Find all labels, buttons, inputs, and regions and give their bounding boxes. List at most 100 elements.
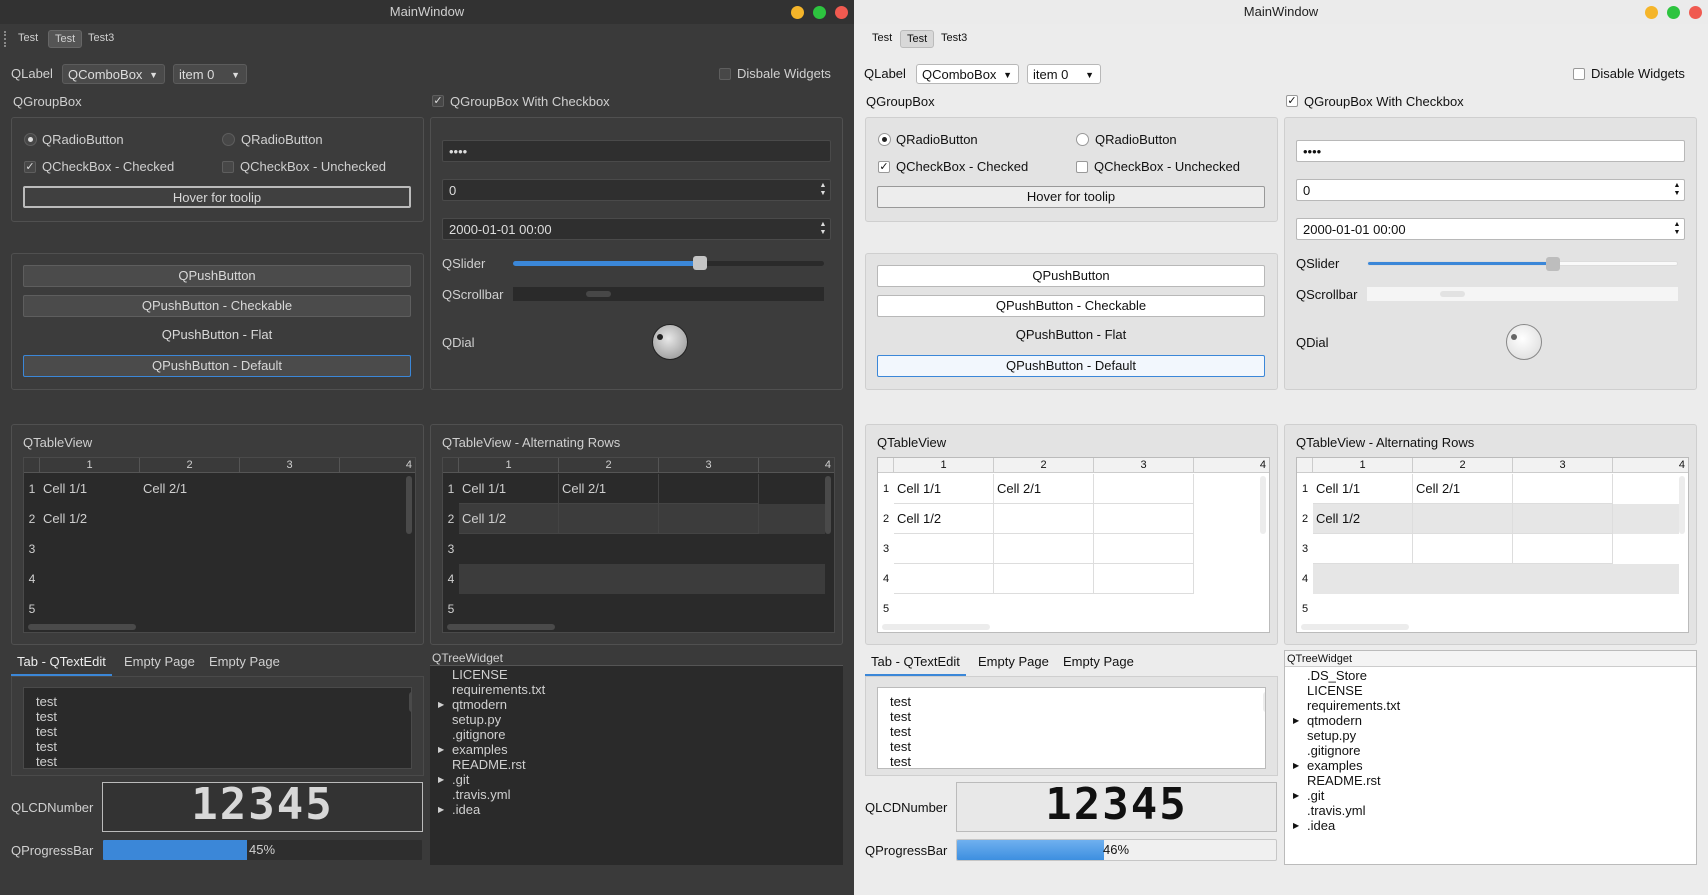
table-cell[interactable]: Cell 1/2 bbox=[40, 504, 140, 534]
table-cell[interactable]: Cell 2/1 bbox=[559, 474, 659, 504]
row-header[interactable]: 2 bbox=[878, 504, 894, 534]
table-cell[interactable] bbox=[559, 504, 659, 534]
tree-widget[interactable]: QTreeWidget LICENSE requirements.txt ▶ qtmo… bbox=[430, 650, 843, 865]
row-header[interactable]: 1 bbox=[1297, 474, 1313, 504]
column-header[interactable]: 1 bbox=[1313, 458, 1413, 473]
spin-arrows-icon[interactable]: ▲ ▼ bbox=[1672, 221, 1682, 237]
radio-button-2[interactable] bbox=[222, 133, 235, 146]
table-cell[interactable] bbox=[994, 534, 1094, 564]
dial[interactable] bbox=[652, 324, 688, 360]
tree-item[interactable]: ▶ .git bbox=[1293, 788, 1324, 803]
column-header[interactable]: 1 bbox=[894, 458, 994, 473]
row-header[interactable]: 2 bbox=[443, 504, 459, 534]
text-edit[interactable]: test test test test test bbox=[877, 687, 1266, 769]
spin-arrows-icon[interactable]: ▲ ▼ bbox=[1672, 182, 1682, 198]
table-cell[interactable]: Cell 1/1 bbox=[459, 474, 559, 504]
tab-empty-page-2[interactable]: Empty Page bbox=[209, 652, 280, 674]
datetime-edit[interactable]: 2000-01-01 00:00 ▲ ▼ bbox=[1296, 218, 1685, 240]
table-cell[interactable]: Cell 1/1 bbox=[894, 474, 994, 504]
table-cell[interactable] bbox=[1094, 564, 1194, 594]
table-cell[interactable] bbox=[659, 474, 759, 504]
spinbox[interactable]: 0 ▲ ▼ bbox=[442, 179, 831, 201]
maximize-button[interactable] bbox=[1667, 6, 1680, 19]
item-combobox[interactable]: item 0 ▼ bbox=[1027, 64, 1101, 84]
table-cell[interactable]: Cell 2/1 bbox=[994, 474, 1094, 504]
disable-widgets-checkbox[interactable] bbox=[719, 68, 731, 80]
tree-item[interactable]: ▶ .idea bbox=[1293, 818, 1335, 833]
column-header[interactable]: 4 bbox=[340, 458, 415, 473]
table-cell[interactable]: Cell 2/1 bbox=[1413, 474, 1513, 504]
tab-qtextedit[interactable]: Tab - QTextEdit bbox=[11, 652, 112, 676]
slider-handle[interactable] bbox=[1546, 257, 1561, 271]
table-cell[interactable] bbox=[1094, 504, 1194, 534]
row-header[interactable]: 1 bbox=[24, 474, 40, 504]
expand-arrow-icon[interactable]: ▶ bbox=[1293, 788, 1299, 803]
tree-item[interactable]: README.rst bbox=[452, 757, 526, 772]
table-cell[interactable]: Cell 2/1 bbox=[140, 474, 240, 504]
row-header[interactable]: 5 bbox=[443, 594, 459, 624]
tree-item[interactable]: .gitignore bbox=[452, 727, 505, 742]
row-header[interactable]: 5 bbox=[24, 594, 40, 624]
scrollbar[interactable] bbox=[1367, 287, 1678, 301]
slider[interactable] bbox=[1367, 257, 1678, 271]
text-edit[interactable]: test test test test test bbox=[23, 687, 412, 769]
table-cell[interactable] bbox=[994, 504, 1094, 534]
toolbar-test3-button[interactable]: Test3 bbox=[82, 30, 120, 46]
table-cell[interactable]: Cell 1/1 bbox=[1313, 474, 1413, 504]
tree-item[interactable]: requirements.txt bbox=[452, 682, 545, 697]
password-field[interactable]: •••• bbox=[1296, 140, 1685, 162]
groupbox-checkbox[interactable]: ✓ bbox=[1286, 95, 1298, 107]
table-cell[interactable] bbox=[1413, 534, 1513, 564]
column-header[interactable]: 2 bbox=[1413, 458, 1513, 473]
tree-item[interactable]: requirements.txt bbox=[1307, 698, 1400, 713]
column-header[interactable]: 1 bbox=[459, 458, 559, 473]
row-header[interactable]: 3 bbox=[443, 534, 459, 564]
row-header[interactable]: 1 bbox=[878, 474, 894, 504]
table-cell[interactable] bbox=[994, 564, 1094, 594]
expand-arrow-icon[interactable]: ▶ bbox=[438, 697, 444, 712]
textedit-scrollbar[interactable] bbox=[409, 692, 411, 712]
table-cell[interactable] bbox=[1513, 474, 1613, 504]
radio-button-2[interactable] bbox=[1076, 133, 1089, 146]
table-vertical-scrollbar[interactable] bbox=[1679, 476, 1685, 534]
tree-item[interactable]: LICENSE bbox=[452, 667, 508, 682]
combobox[interactable]: QComboBox ▼ bbox=[62, 64, 165, 84]
checkable-button[interactable]: QPushButton - Checkable bbox=[23, 295, 411, 317]
tree-item[interactable]: .travis.yml bbox=[452, 787, 511, 802]
row-header[interactable]: 1 bbox=[443, 474, 459, 504]
textedit-scrollbar[interactable] bbox=[1263, 692, 1265, 712]
table-cell[interactable] bbox=[894, 534, 994, 564]
scrollbar[interactable] bbox=[513, 287, 824, 301]
tree-item[interactable]: ▶ .git bbox=[438, 772, 469, 787]
column-header[interactable]: 2 bbox=[140, 458, 240, 473]
tree-item[interactable]: setup.py bbox=[1307, 728, 1356, 743]
combobox[interactable]: QComboBox ▼ bbox=[916, 64, 1019, 84]
column-header[interactable]: 4 bbox=[1613, 458, 1688, 473]
disable-widgets-checkbox[interactable] bbox=[1573, 68, 1585, 80]
checkbox-checked[interactable]: ✓ bbox=[24, 161, 36, 173]
row-header[interactable]: 2 bbox=[24, 504, 40, 534]
slider[interactable] bbox=[513, 256, 824, 270]
default-button[interactable]: QPushButton - Default bbox=[877, 355, 1265, 377]
expand-arrow-icon[interactable]: ▶ bbox=[438, 742, 444, 757]
tab-qtextedit[interactable]: Tab - QTextEdit bbox=[865, 652, 966, 676]
minimize-button[interactable] bbox=[791, 6, 804, 19]
alt-tableview[interactable]: 1 2 3 4 1 2 3 4 5 Cell 1/1 Cell 2/1 Cell… bbox=[1296, 457, 1689, 633]
tree-item[interactable]: .DS_Store bbox=[1307, 668, 1367, 683]
table-cell[interactable] bbox=[894, 564, 994, 594]
spin-arrows-icon[interactable]: ▲ ▼ bbox=[818, 221, 828, 237]
table-cell[interactable]: Cell 1/1 bbox=[40, 474, 140, 504]
row-header[interactable]: 4 bbox=[1297, 564, 1313, 594]
tree-item[interactable]: README.rst bbox=[1307, 773, 1381, 788]
push-button[interactable]: QPushButton bbox=[877, 265, 1265, 287]
spinbox[interactable]: 0 ▲ ▼ bbox=[1296, 179, 1685, 201]
close-button[interactable] bbox=[1689, 6, 1702, 19]
table-cell[interactable] bbox=[1413, 504, 1513, 534]
row-header[interactable]: 4 bbox=[878, 564, 894, 594]
row-header[interactable]: 2 bbox=[1297, 504, 1313, 534]
tree-widget[interactable]: QTreeWidget .DS_Store LICENSE requirements… bbox=[1284, 650, 1697, 865]
minimize-button[interactable] bbox=[1645, 6, 1658, 19]
expand-arrow-icon[interactable]: ▶ bbox=[438, 772, 444, 787]
checkable-button[interactable]: QPushButton - Checkable bbox=[877, 295, 1265, 317]
maximize-button[interactable] bbox=[813, 6, 826, 19]
